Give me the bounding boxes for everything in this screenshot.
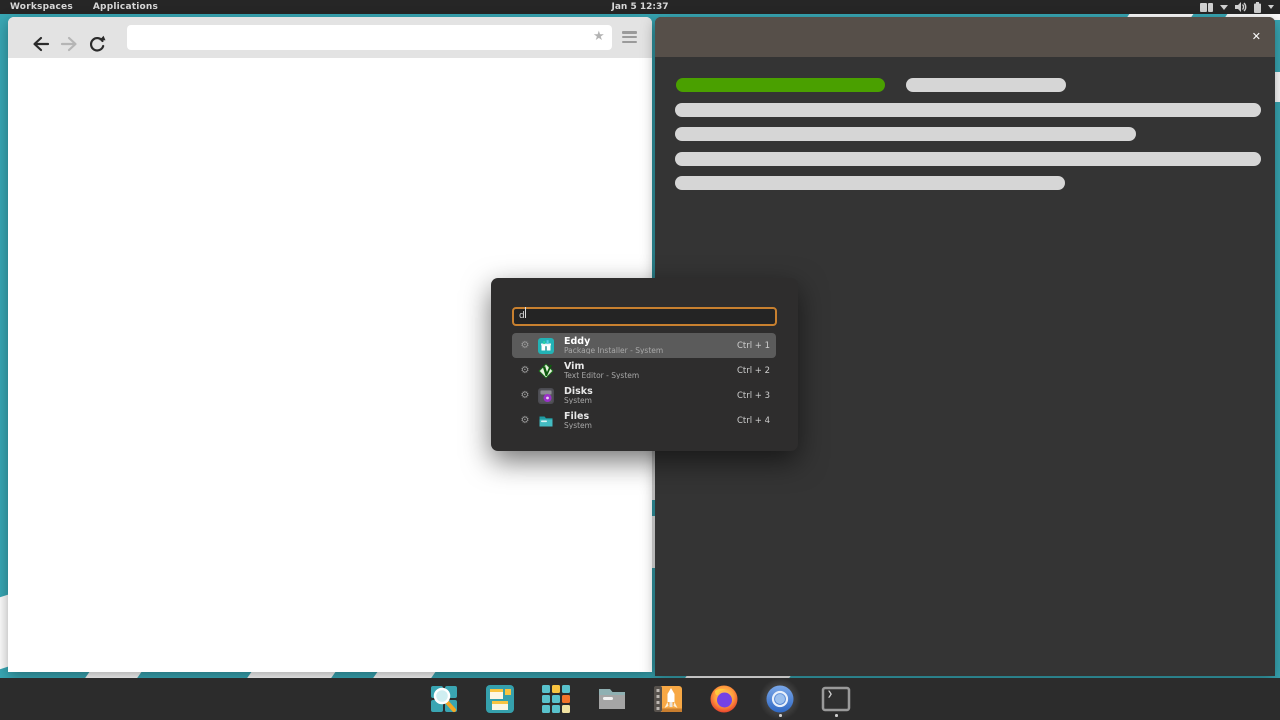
text-caret [525,307,526,318]
shortcut-label: Ctrl + 2 [737,366,776,376]
app-description: System [564,397,737,405]
app-name: Disks [564,387,737,397]
launcher-item-files[interactable]: ⚙ Files System Ctrl + 4 [512,408,776,433]
skeleton-bar [906,78,1066,92]
address-bar[interactable] [127,25,612,50]
caret-down-icon[interactable] [1268,5,1274,9]
skeleton-bar [675,127,1136,141]
back-icon[interactable] [30,33,52,55]
skeleton-bar [675,103,1261,117]
battery-icon[interactable] [1254,2,1261,13]
skeleton-bar [675,176,1065,190]
forward-icon[interactable] [58,33,80,55]
menu-icon[interactable] [622,31,637,43]
browser-toolbar: ★ [8,17,652,58]
desktop: Workspaces Applications Jan 5 12:37 [0,0,1280,720]
skeleton-bar-green [676,78,885,92]
app-name: Files [564,412,737,422]
running-indicator [835,714,838,717]
caret-down-icon[interactable] [1220,5,1228,10]
screencast-icon[interactable] [652,683,684,715]
shortcut-label: Ctrl + 1 [737,341,776,351]
shortcut-label: Ctrl + 3 [737,391,776,401]
top-panel: Workspaces Applications Jan 5 12:37 [0,0,1280,14]
vim-icon [538,363,554,379]
eddy-icon [538,338,554,354]
placeholder-titlebar[interactable]: ✕ [655,17,1275,57]
firefox-icon[interactable] [708,683,740,715]
volume-icon[interactable] [1235,2,1247,12]
terminal-icon[interactable]: ❯ [820,683,852,715]
close-icon[interactable]: ✕ [1252,30,1261,44]
skeleton-bar [675,152,1261,166]
shortcut-label: Ctrl + 4 [737,416,776,426]
app-description: Text Editor - System [564,372,737,380]
launcher-item-disks[interactable]: ⚙ Disks System Ctrl + 3 [512,383,776,408]
chromium-icon[interactable] [764,683,796,715]
disks-icon [538,388,554,404]
app-search-icon[interactable] [428,683,460,715]
gear-icon[interactable]: ⚙ [512,415,538,426]
launcher-item-eddy[interactable]: ⚙ Eddy Package Installer - System Ctrl +… [512,333,776,358]
clock[interactable]: Jan 5 12:37 [0,2,1280,12]
gear-icon[interactable]: ⚙ [512,390,538,401]
app-name: Eddy [564,337,737,347]
svg-text:❯: ❯ [827,690,833,698]
multitasking-icon[interactable] [484,683,516,715]
app-name: Vim [564,362,737,372]
keyboard-layout-icon[interactable] [1200,3,1213,12]
running-indicator [779,714,782,717]
gear-icon[interactable]: ⚙ [512,365,538,376]
search-input[interactable] [512,307,777,326]
files-icon [538,413,554,429]
launcher-results: ⚙ Eddy Package Installer - System Ctrl +… [512,333,776,433]
star-icon[interactable]: ★ [593,30,605,44]
dock: ❯ [0,678,1280,720]
app-description: System [564,422,737,430]
gear-icon[interactable]: ⚙ [512,340,538,351]
launcher-item-vim[interactable]: ⚙ Vim Text Editor - System Ctrl + 2 [512,358,776,383]
system-tray [1200,0,1274,14]
files-icon[interactable] [596,683,628,715]
reload-icon[interactable] [86,33,108,55]
app-launcher-popup: ⚙ Eddy Package Installer - System Ctrl +… [491,278,798,451]
app-description: Package Installer - System [564,347,737,355]
app-grid-icon[interactable] [540,683,572,715]
